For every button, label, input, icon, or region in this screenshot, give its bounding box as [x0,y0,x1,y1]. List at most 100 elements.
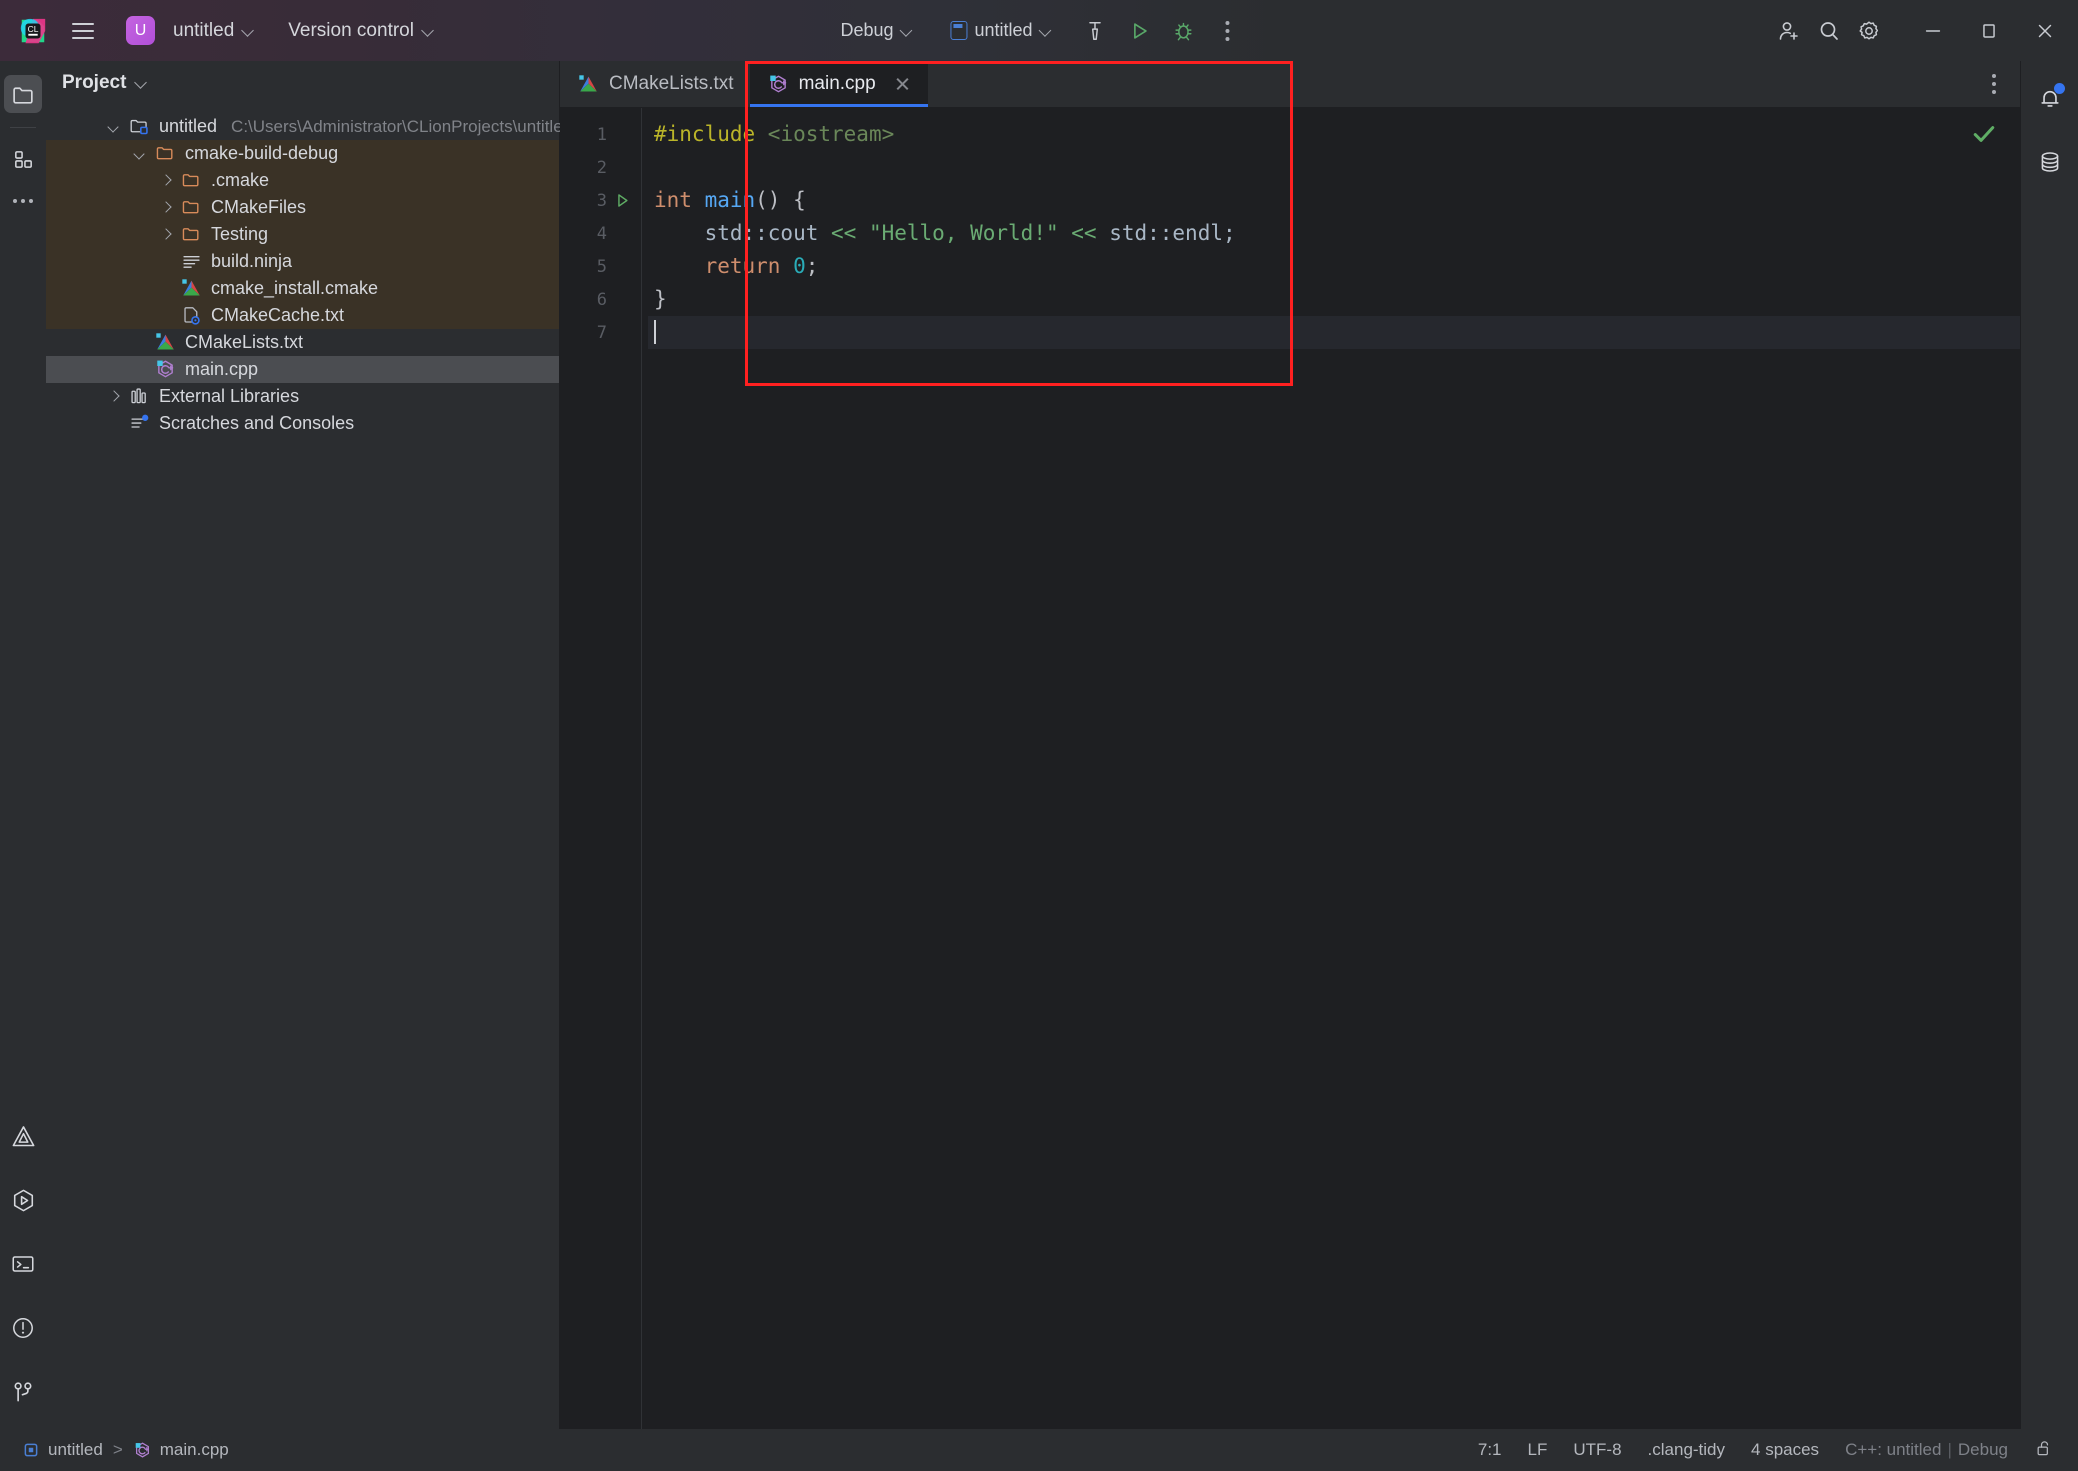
inspection-status-widget[interactable] [1970,120,1998,153]
code-token: 0 [793,254,806,278]
tree-node-main-cpp[interactable]: main.cpp [46,356,559,383]
gutter-line: 6 [560,283,641,316]
tree-expander[interactable] [102,122,126,132]
debug-button[interactable] [1165,12,1203,50]
sidebar-item-project[interactable] [4,75,42,113]
more-run-actions-button[interactable] [1209,12,1247,50]
tree-node-untitled[interactable]: untitled C:\Users\Administrator\CLionProj… [46,113,572,140]
sidebar-item-run[interactable] [4,1181,42,1219]
run-button[interactable] [1121,12,1159,50]
file-gear-icon [178,305,204,326]
right-tool-stripe [2020,61,2078,1429]
chevron-down-icon [109,122,119,132]
module-icon [24,1443,38,1457]
toolchain-widget[interactable]: C++: untitled | Debug [1845,1440,2008,1460]
tree-node-cmakecache-txt[interactable]: CMakeCache.txt [46,302,559,329]
line-number: 1 [596,124,607,145]
sidebar-item-database[interactable] [2031,143,2069,181]
close-icon[interactable] [892,74,912,94]
settings-button[interactable] [1850,12,1888,50]
tree-node--cmake[interactable]: .cmake [46,167,559,194]
folder-orange-icon [182,201,198,214]
scratches-icon [126,413,152,434]
gutter-line: 2 [560,151,641,184]
tree-node-testing[interactable]: Testing [46,221,559,248]
cmake-triangle-icon [152,332,178,353]
tree-node-cmake-build-debug[interactable]: cmake-build-debug [46,140,559,167]
chevron-down-icon [1040,25,1052,37]
build-button[interactable] [1077,12,1115,50]
editor-tab-main-cpp[interactable]: main.cpp [749,61,928,107]
breadcrumb-file[interactable]: main.cpp [133,1440,229,1460]
code-line: std::cout << "Hello, World!" << std::end… [648,217,2020,250]
tree-node-build-ninja[interactable]: build.ninja [46,248,559,275]
maximize-button[interactable] [1962,0,2016,61]
code-token: std::cout [654,221,832,245]
module-folder-icon [126,116,152,137]
tree-expander[interactable] [154,203,178,213]
project-name-label: untitled [173,19,235,41]
tree-expander[interactable] [102,392,126,402]
main-body: Project untitled C:\Users\Administrator\C… [0,61,2078,1429]
sidebar-item-terminal[interactable] [4,1245,42,1283]
run-target-selector[interactable]: untitled [942,15,1061,46]
tree-node-cmake-install-cmake[interactable]: cmake_install.cmake [46,275,559,302]
tree-node-cmakelists-txt[interactable]: CMakeLists.txt [46,329,559,356]
chevron-down-icon [242,25,254,37]
chevron-right-icon [161,203,171,213]
status-breadcrumbs: untitled > main.cpp [16,1440,229,1460]
indent-setting[interactable]: 4 spaces [1751,1440,1819,1460]
line-separator[interactable]: LF [1528,1440,1548,1460]
folder-orange-icon [178,197,204,218]
tree-expander[interactable] [154,230,178,240]
encoding[interactable]: UTF-8 [1573,1440,1621,1460]
project-tool-window: Project untitled C:\Users\Administrator\C… [46,61,572,1429]
line-number: 2 [596,157,607,178]
tree-node-scratches-and-consoles[interactable]: Scratches and Consoles [46,410,559,437]
run-target-label: untitled [974,20,1033,40]
code-token: return [654,254,794,278]
code-token: << [831,221,869,245]
main-menu-button[interactable] [64,12,102,50]
module-folder-icon [130,119,148,135]
run-triangle-icon[interactable] [611,191,633,210]
add-user-button[interactable] [1770,12,1808,50]
run-configuration-selector[interactable]: Debug [831,15,921,46]
tree-node-label: CMakeCache.txt [211,305,345,325]
sidebar-item-structure[interactable] [4,140,42,178]
tree-expander[interactable] [154,176,178,186]
more-horizontal-icon [13,199,33,203]
code-content[interactable]: #include <iostream> int main() { std::co… [642,108,2020,1429]
version-control-widget[interactable]: Version control [278,15,444,47]
search-everywhere-button[interactable] [1810,12,1848,50]
code-token: ; [805,254,819,278]
sidebar-item-version-control[interactable] [4,1373,42,1411]
tree-node-external-libraries[interactable]: External Libraries [46,383,559,410]
gutter-line: 4 [560,217,641,250]
libraries-icon [130,388,146,404]
line-number: 5 [596,256,607,277]
tree-node-cmakefiles[interactable]: CMakeFiles [46,194,559,221]
sidebar-item-problems[interactable] [4,1309,42,1347]
tree-node-label: cmake_install.cmake [211,278,379,298]
unlocked-icon[interactable] [2034,1438,2054,1463]
minimize-button[interactable] [1906,0,1960,61]
project-widget[interactable]: U untitled [116,11,264,50]
caret-position[interactable]: 7:1 [1478,1440,1502,1460]
sidebar-item-cmake[interactable] [4,1117,42,1155]
sidebar-item-notifications[interactable] [2031,79,2069,117]
more-vertical-icon[interactable] [1984,66,2004,102]
close-button[interactable] [2018,0,2072,61]
project-panel-header[interactable]: Project [46,61,559,105]
tree-expander[interactable] [128,149,152,159]
tree-node-label: main.cpp [185,359,259,379]
editor-tab-cmakelists-txt[interactable]: CMakeLists.txt [560,61,750,107]
breadcrumb-project[interactable]: untitled [22,1440,103,1460]
editor-tabs: CMakeLists.txt main.cpp [560,61,2020,108]
folder-orange-icon [178,170,204,191]
chevron-right-icon [109,392,119,402]
folder-orange-icon [178,224,204,245]
gutter-line: 5 [560,250,641,283]
sidebar-item-more[interactable] [4,182,42,220]
inspection-profile[interactable]: .clang-tidy [1648,1440,1725,1460]
